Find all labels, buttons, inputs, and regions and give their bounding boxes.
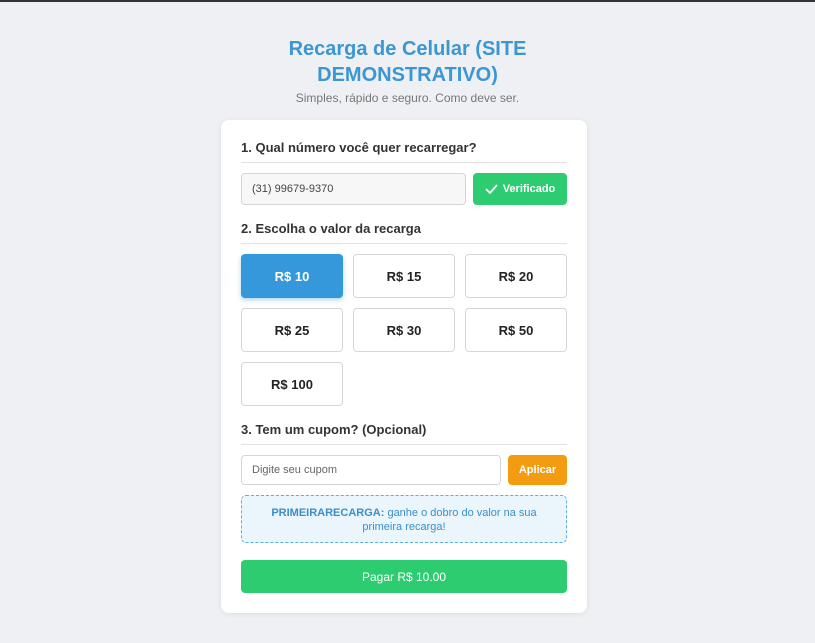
- phone-input[interactable]: [241, 173, 466, 205]
- amount-option-30[interactable]: R$ 30: [353, 308, 455, 352]
- amount-option-50[interactable]: R$ 50: [465, 308, 567, 352]
- step1-title: 1. Qual número você quer recarregar?: [241, 140, 567, 163]
- amount-option-100[interactable]: R$ 100: [241, 362, 343, 406]
- promo-banner: PRIMEIRARECARGA: ganhe o dobro do valor …: [241, 495, 567, 543]
- recharge-card: 1. Qual número você quer recarregar? Ver…: [221, 120, 587, 613]
- apply-coupon-button[interactable]: Aplicar: [508, 455, 567, 485]
- page-header: Recarga de Celular (SITE DEMONSTRATIVO) …: [0, 36, 815, 105]
- check-icon: [485, 184, 498, 194]
- coupon-input[interactable]: [241, 455, 501, 485]
- amount-option-20[interactable]: R$ 20: [465, 254, 567, 298]
- amount-option-10[interactable]: R$ 10: [241, 254, 343, 298]
- page-title: Recarga de Celular (SITE DEMONSTRATIVO): [288, 38, 527, 86]
- amount-grid: R$ 10 R$ 15 R$ 20 R$ 25 R$ 30 R$ 50 R$ 1…: [241, 254, 567, 406]
- step3-title: 3. Tem um cupom? (Opcional): [241, 422, 567, 445]
- verified-label: Verificado: [502, 183, 556, 195]
- amount-option-15[interactable]: R$ 15: [353, 254, 455, 298]
- page-subtitle: Simples, rápido e seguro. Como deve ser.: [295, 91, 520, 105]
- verified-button[interactable]: Verificado: [473, 173, 567, 205]
- promo-code: PRIMEIRARECARGA:: [271, 507, 385, 519]
- step2-title: 2. Escolha o valor da recarga: [241, 221, 567, 244]
- phone-row: Verificado: [241, 173, 567, 205]
- coupon-row: Aplicar: [241, 455, 567, 485]
- amount-option-25[interactable]: R$ 25: [241, 308, 343, 352]
- promo-text: ganhe o dobro do valor na sua primeira r…: [362, 507, 537, 533]
- pay-button[interactable]: Pagar R$ 10.00: [241, 560, 567, 593]
